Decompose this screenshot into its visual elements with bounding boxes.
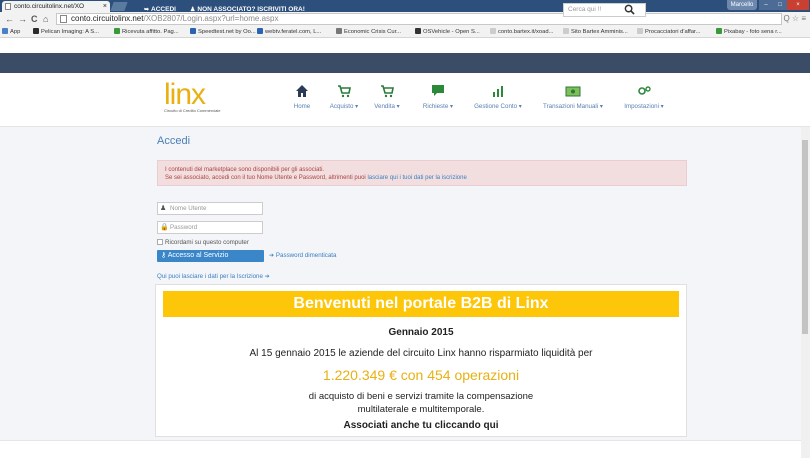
back-button[interactable]: ←	[5, 13, 14, 25]
welcome-amount: 1.220.349 € con 454 operazioni	[322, 367, 520, 383]
browser-tab[interactable]: conto.circuitolinx.net/XO ×	[2, 1, 110, 12]
apps-icon	[2, 28, 8, 34]
welcome-banner: Benvenuti nel portale B2B di Linx	[163, 291, 679, 317]
reload-button[interactable]: C	[31, 13, 38, 25]
bookmark-item[interactable]: OSVehicle - Open S...	[415, 26, 480, 37]
bookmark-item[interactable]: Pelican Imaging: A S...	[33, 26, 99, 37]
nav-vendita[interactable]: Vendita ▾	[371, 83, 403, 110]
bookmark-item[interactable]: webtv.feratel.com, L...	[257, 26, 321, 37]
site-topbar	[0, 53, 810, 73]
bookmark-icon	[415, 28, 421, 34]
browser-menu-icons[interactable]: Q ☆ ≡	[783, 14, 806, 23]
bookmark-item[interactable]: Procacciatori d'affar...	[637, 26, 700, 37]
address-bar-row: ← → C ⌂ conto.circuitolinx.net/XOB2807/L…	[0, 12, 810, 26]
page-icon	[490, 28, 496, 34]
page-title: Accedi	[157, 135, 191, 147]
scrollbar-thumb[interactable]	[802, 140, 808, 334]
welcome-month: Gennaio 2015	[388, 327, 454, 338]
tab-close-icon[interactable]: ×	[103, 1, 107, 12]
login-icon: ➥	[144, 7, 150, 13]
search-icon[interactable]	[624, 3, 638, 17]
members-alert: I contenuti del marketplace sono disponi…	[157, 160, 687, 186]
password-field[interactable]: 🔒 Password	[157, 221, 263, 234]
url-host: conto.circuitolinx.net	[71, 14, 144, 23]
page-icon	[563, 28, 569, 34]
nav-richieste[interactable]: Richieste ▾	[419, 83, 457, 110]
browser-tabstrip: conto.circuitolinx.net/XO × Marcello – □…	[0, 0, 810, 12]
lock-icon: 🔒	[160, 224, 169, 231]
nav-acquisto[interactable]: Acquisto ▾	[327, 83, 361, 110]
welcome-cta-link[interactable]: Associati anche tu cliccando qui	[155, 420, 687, 431]
welcome-intro: Al 15 gennaio 2015 le aziende del circui…	[249, 348, 593, 359]
bookmark-item[interactable]: Sito Bartex Amminis...	[563, 26, 628, 37]
alert-line: I contenuti del marketplace sono disponi…	[165, 167, 325, 173]
username-field[interactable]: ♟ Nome Utente	[157, 202, 263, 215]
register-link[interactable]: ♟ NON ASSOCIATO? ISCRIVITI ORA!	[190, 0, 305, 20]
login-button[interactable]: ⚷ Accesso al Servizio	[157, 250, 264, 262]
bookmark-item[interactable]: conto.bartex.it/xoad...	[490, 26, 553, 37]
forward-button[interactable]: →	[18, 13, 27, 25]
bookmark-item[interactable]: Economic Crisis Cur...	[336, 26, 401, 37]
tab-title: conto.circuitolinx.net/XO	[14, 3, 85, 10]
user-icon: ♟	[160, 205, 167, 212]
nav-impostazioni[interactable]: Impostazioni ▾	[620, 83, 668, 110]
page-icon	[5, 3, 11, 10]
money-icon	[565, 86, 581, 97]
cart-icon	[381, 85, 394, 98]
nav-transazioni-manuali[interactable]: Transazioni Manuali ▾	[538, 83, 608, 110]
nav-home[interactable]: Home	[288, 83, 316, 110]
arrow-right-icon: ➔	[262, 273, 270, 280]
nav-gestione-conto[interactable]: Gestione Conto ▾	[470, 83, 526, 110]
window-maximize-button[interactable]: □	[773, 0, 787, 10]
page-icon	[60, 15, 67, 23]
bookmark-icon	[190, 28, 196, 34]
login-link[interactable]: ➥ ACCEDI	[144, 0, 176, 20]
logo-text: linx	[164, 78, 206, 111]
linx-logo[interactable]: linx Circuito di Credito Commerciale	[164, 78, 230, 115]
remember-checkbox[interactable]: Ricordami su questo computer	[157, 239, 249, 246]
bookmark-icon	[257, 28, 263, 34]
cart-icon	[338, 85, 351, 98]
window-user-button[interactable]: Marcello	[727, 0, 757, 10]
bookmark-icon	[33, 28, 39, 34]
new-tab-button[interactable]	[110, 2, 128, 11]
gears-icon	[638, 86, 651, 95]
user-icon: ♟	[190, 7, 196, 13]
page-footer	[0, 440, 801, 458]
window-close-button[interactable]: ×	[787, 0, 809, 10]
checkbox-box[interactable]	[157, 239, 163, 245]
bookmark-icon	[716, 28, 722, 34]
bookmark-item[interactable]: App	[2, 26, 20, 37]
bookmark-item[interactable]: Speedtest.net by Oo...	[190, 26, 256, 37]
logo-subtitle: Circuito di Credito Commerciale	[164, 108, 221, 113]
window-minimize-button[interactable]: –	[759, 0, 773, 10]
welcome-description: di acquisto di beni e servizi tramite la…	[308, 391, 534, 415]
alert-line: Se sei associato, accedi con il tuo Nome…	[165, 175, 467, 181]
chat-icon	[432, 85, 444, 96]
bookmark-item[interactable]: Pixabay - foto sena r...	[716, 26, 782, 37]
bookmark-item[interactable]: Ricevuta affitto. Pag...	[114, 26, 179, 37]
home-icon	[296, 85, 308, 97]
alert-signup-link[interactable]: lasciare qui i tuoi dati per la iscrizio…	[367, 175, 466, 181]
bookmark-icon	[336, 28, 342, 34]
forgot-password-link[interactable]: ➔ Password dimenticata	[269, 252, 336, 259]
chart-icon	[493, 86, 503, 97]
page-icon	[637, 28, 643, 34]
signup-link[interactable]: Qui puoi lasciare i dati per la Iscrizio…	[157, 273, 270, 280]
home-button[interactable]: ⌂	[43, 13, 48, 25]
key-icon: ⚷	[161, 252, 168, 259]
site-header	[0, 73, 810, 127]
arrow-right-icon: ➔	[269, 252, 276, 259]
bookmarks-bar: App Pelican Imaging: A S... Ricevuta aff…	[0, 26, 810, 38]
bookmark-icon	[114, 28, 120, 34]
